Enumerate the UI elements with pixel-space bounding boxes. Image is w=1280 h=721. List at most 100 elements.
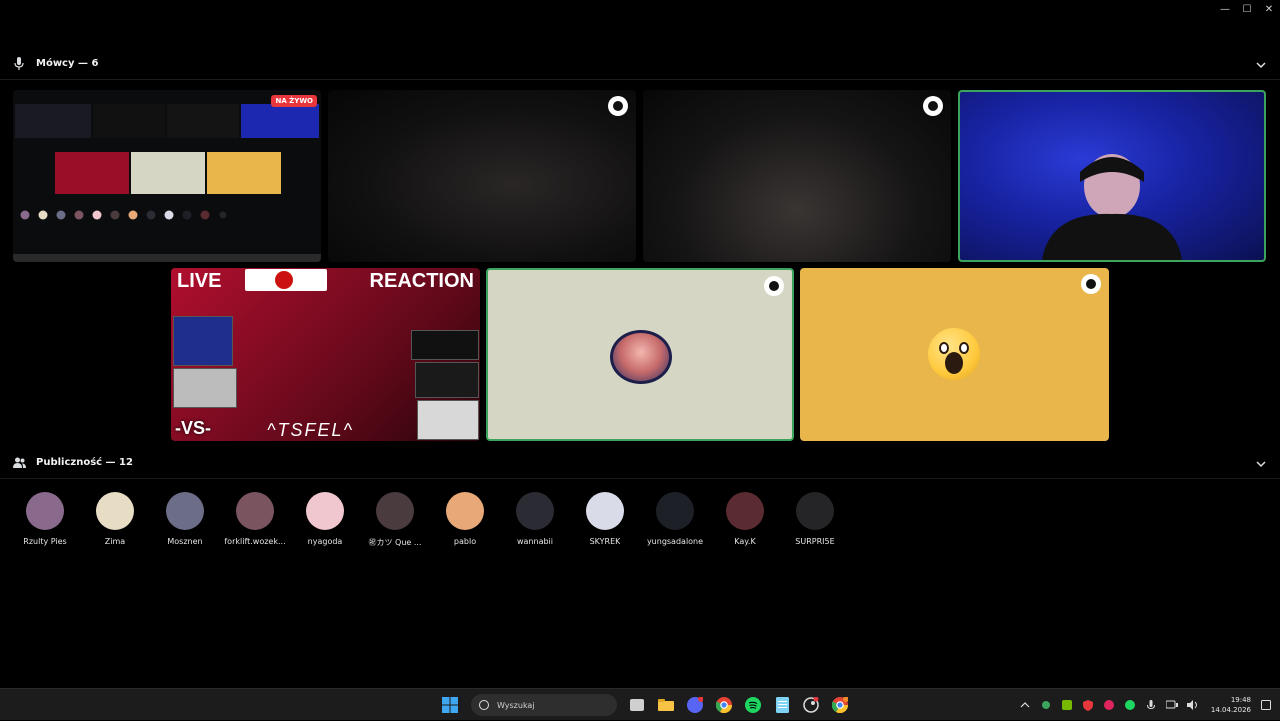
avatar [446,492,484,530]
speaker-camera-tile-active[interactable] [958,90,1266,262]
speaker-camera-tile[interactable] [643,90,951,262]
audience-member[interactable]: nyagoda [290,492,360,548]
chrome-icon-active[interactable] [828,693,852,717]
avatar [656,492,694,530]
audience-member-name: SURPRI5E [795,537,835,546]
audience-member-name: yungsadalone [646,537,704,546]
avatar [96,492,134,530]
audience-header[interactable]: Publiczność — 12 [0,447,1280,479]
nvidia-icon[interactable] [1060,698,1074,712]
clock-date: 14.04.2026 [1210,706,1251,714]
reaction-stream-tile[interactable]: LIVE REACTION -VS- ^TSFEL^ [171,268,480,441]
microphone-icon [12,57,26,71]
speaker-avatar-tile[interactable] [800,268,1109,441]
audience-member[interactable]: SKYREK [570,492,640,548]
avatar [26,492,64,530]
audience-member[interactable]: forklift.wozek... [220,492,290,548]
screen-thumb [131,152,205,194]
live-badge: NA ŻYWO [271,95,317,107]
audience-member-name: forklift.wozek... [224,537,286,546]
screen-avatars [17,206,227,220]
screen-thumb [241,104,319,138]
spotify-tray-icon[interactable] [1123,698,1137,712]
speaker-badge-icon [1081,274,1101,294]
reaction-thumb [173,316,233,366]
audience-member[interactable]: Rzulty Pies [10,492,80,548]
speaker-badge-icon [608,96,628,116]
taskbar-search-input[interactable]: Wyszukaj [471,694,617,716]
shield-icon[interactable] [1081,698,1095,712]
file-explorer-icon[interactable] [654,693,678,717]
audience-member[interactable]: pablo [430,492,500,548]
speakers-header[interactable]: Mówcy — 6 [0,48,1280,80]
reaction-vs-label: -VS- [175,418,211,438]
search-placeholder: Wyszukaj [497,700,535,710]
chevron-down-icon[interactable] [1254,456,1268,470]
audience-list: Rzulty Pies Zima Mosznen forklift.wozek... n… [10,492,850,548]
audience-member[interactable]: Kay.K [710,492,780,548]
task-view-icon[interactable] [625,693,649,717]
avatar [726,492,764,530]
app-tray-icon[interactable] [1102,698,1116,712]
audience-member[interactable]: wannabii [500,492,570,548]
people-icon [12,456,26,470]
notepad-icon[interactable] [770,693,794,717]
avatar [796,492,834,530]
audience-title: Publiczność — 12 [36,457,133,468]
avatar [306,492,344,530]
minimize-button[interactable]: — [1214,0,1236,18]
discord-icon[interactable] [683,693,707,717]
avatar [586,492,624,530]
screen-thumb [55,152,129,194]
screen-thumb [15,104,91,138]
audience-member-name: Zima [104,537,126,546]
steam-icon[interactable] [799,693,823,717]
reaction-thumb [411,330,479,360]
clock[interactable]: 19:48 14.04.2026 [1211,695,1251,715]
audience-member-name: nyagoda [307,537,343,546]
screen-taskbar [13,254,321,262]
maximize-button[interactable]: ☐ [1236,0,1258,18]
window-controls: — ☐ ✕ [1214,0,1280,18]
speaker-badge-icon [764,276,784,296]
audience-member-name: SKYREK [589,537,621,546]
screen-thumb [93,104,165,138]
audience-member[interactable]: SURPRI5E [780,492,850,548]
status-dot-icon[interactable] [1039,698,1053,712]
reaction-live-label: LIVE [177,270,222,292]
audience-member-name: pablo [453,537,477,546]
chevron-down-icon[interactable] [1254,57,1268,71]
notification-icon[interactable] [1259,698,1273,712]
microphone-tray-icon[interactable] [1144,698,1158,712]
screen-share-tile[interactable]: NA ŻYWO [13,90,321,262]
reaction-name-label: ^TSFEL^ [267,420,354,440]
avatar [236,492,274,530]
speaker-camera-tile[interactable] [328,90,636,262]
avatar [516,492,554,530]
close-button[interactable]: ✕ [1258,0,1280,18]
avatar [610,330,672,384]
avatar [376,492,414,530]
audience-member-name: wannabii [516,537,553,546]
audience-member[interactable]: Zima [80,492,150,548]
screen-thumb [207,152,281,194]
audience-member-name: ㊗カツ Que ... [368,538,422,547]
audience-member-name: Rzulty Pies [23,537,67,546]
person-silhouette-icon [1042,154,1182,260]
system-tray: 19:48 14.04.2026 [1018,689,1280,721]
spotify-icon[interactable] [741,693,765,717]
chevron-up-icon[interactable] [1018,698,1032,712]
taskbar: Wyszukaj 19:48 14.04.2026 [0,688,1280,720]
audience-member[interactable]: ㊗カツ Que ... [360,492,430,548]
windows-start-icon[interactable] [438,693,462,717]
speaker-avatar-tile[interactable] [486,268,794,441]
audience-member[interactable]: Mosznen [150,492,220,548]
chrome-icon[interactable] [712,693,736,717]
audience-member[interactable]: yungsadalone [640,492,710,548]
screaming-face-icon [928,328,980,380]
screen-thumb [167,104,239,138]
network-icon[interactable] [1165,698,1179,712]
volume-icon[interactable] [1186,698,1200,712]
audience-member-name: Mosznen [167,537,203,546]
reaction-thumb [417,400,479,440]
